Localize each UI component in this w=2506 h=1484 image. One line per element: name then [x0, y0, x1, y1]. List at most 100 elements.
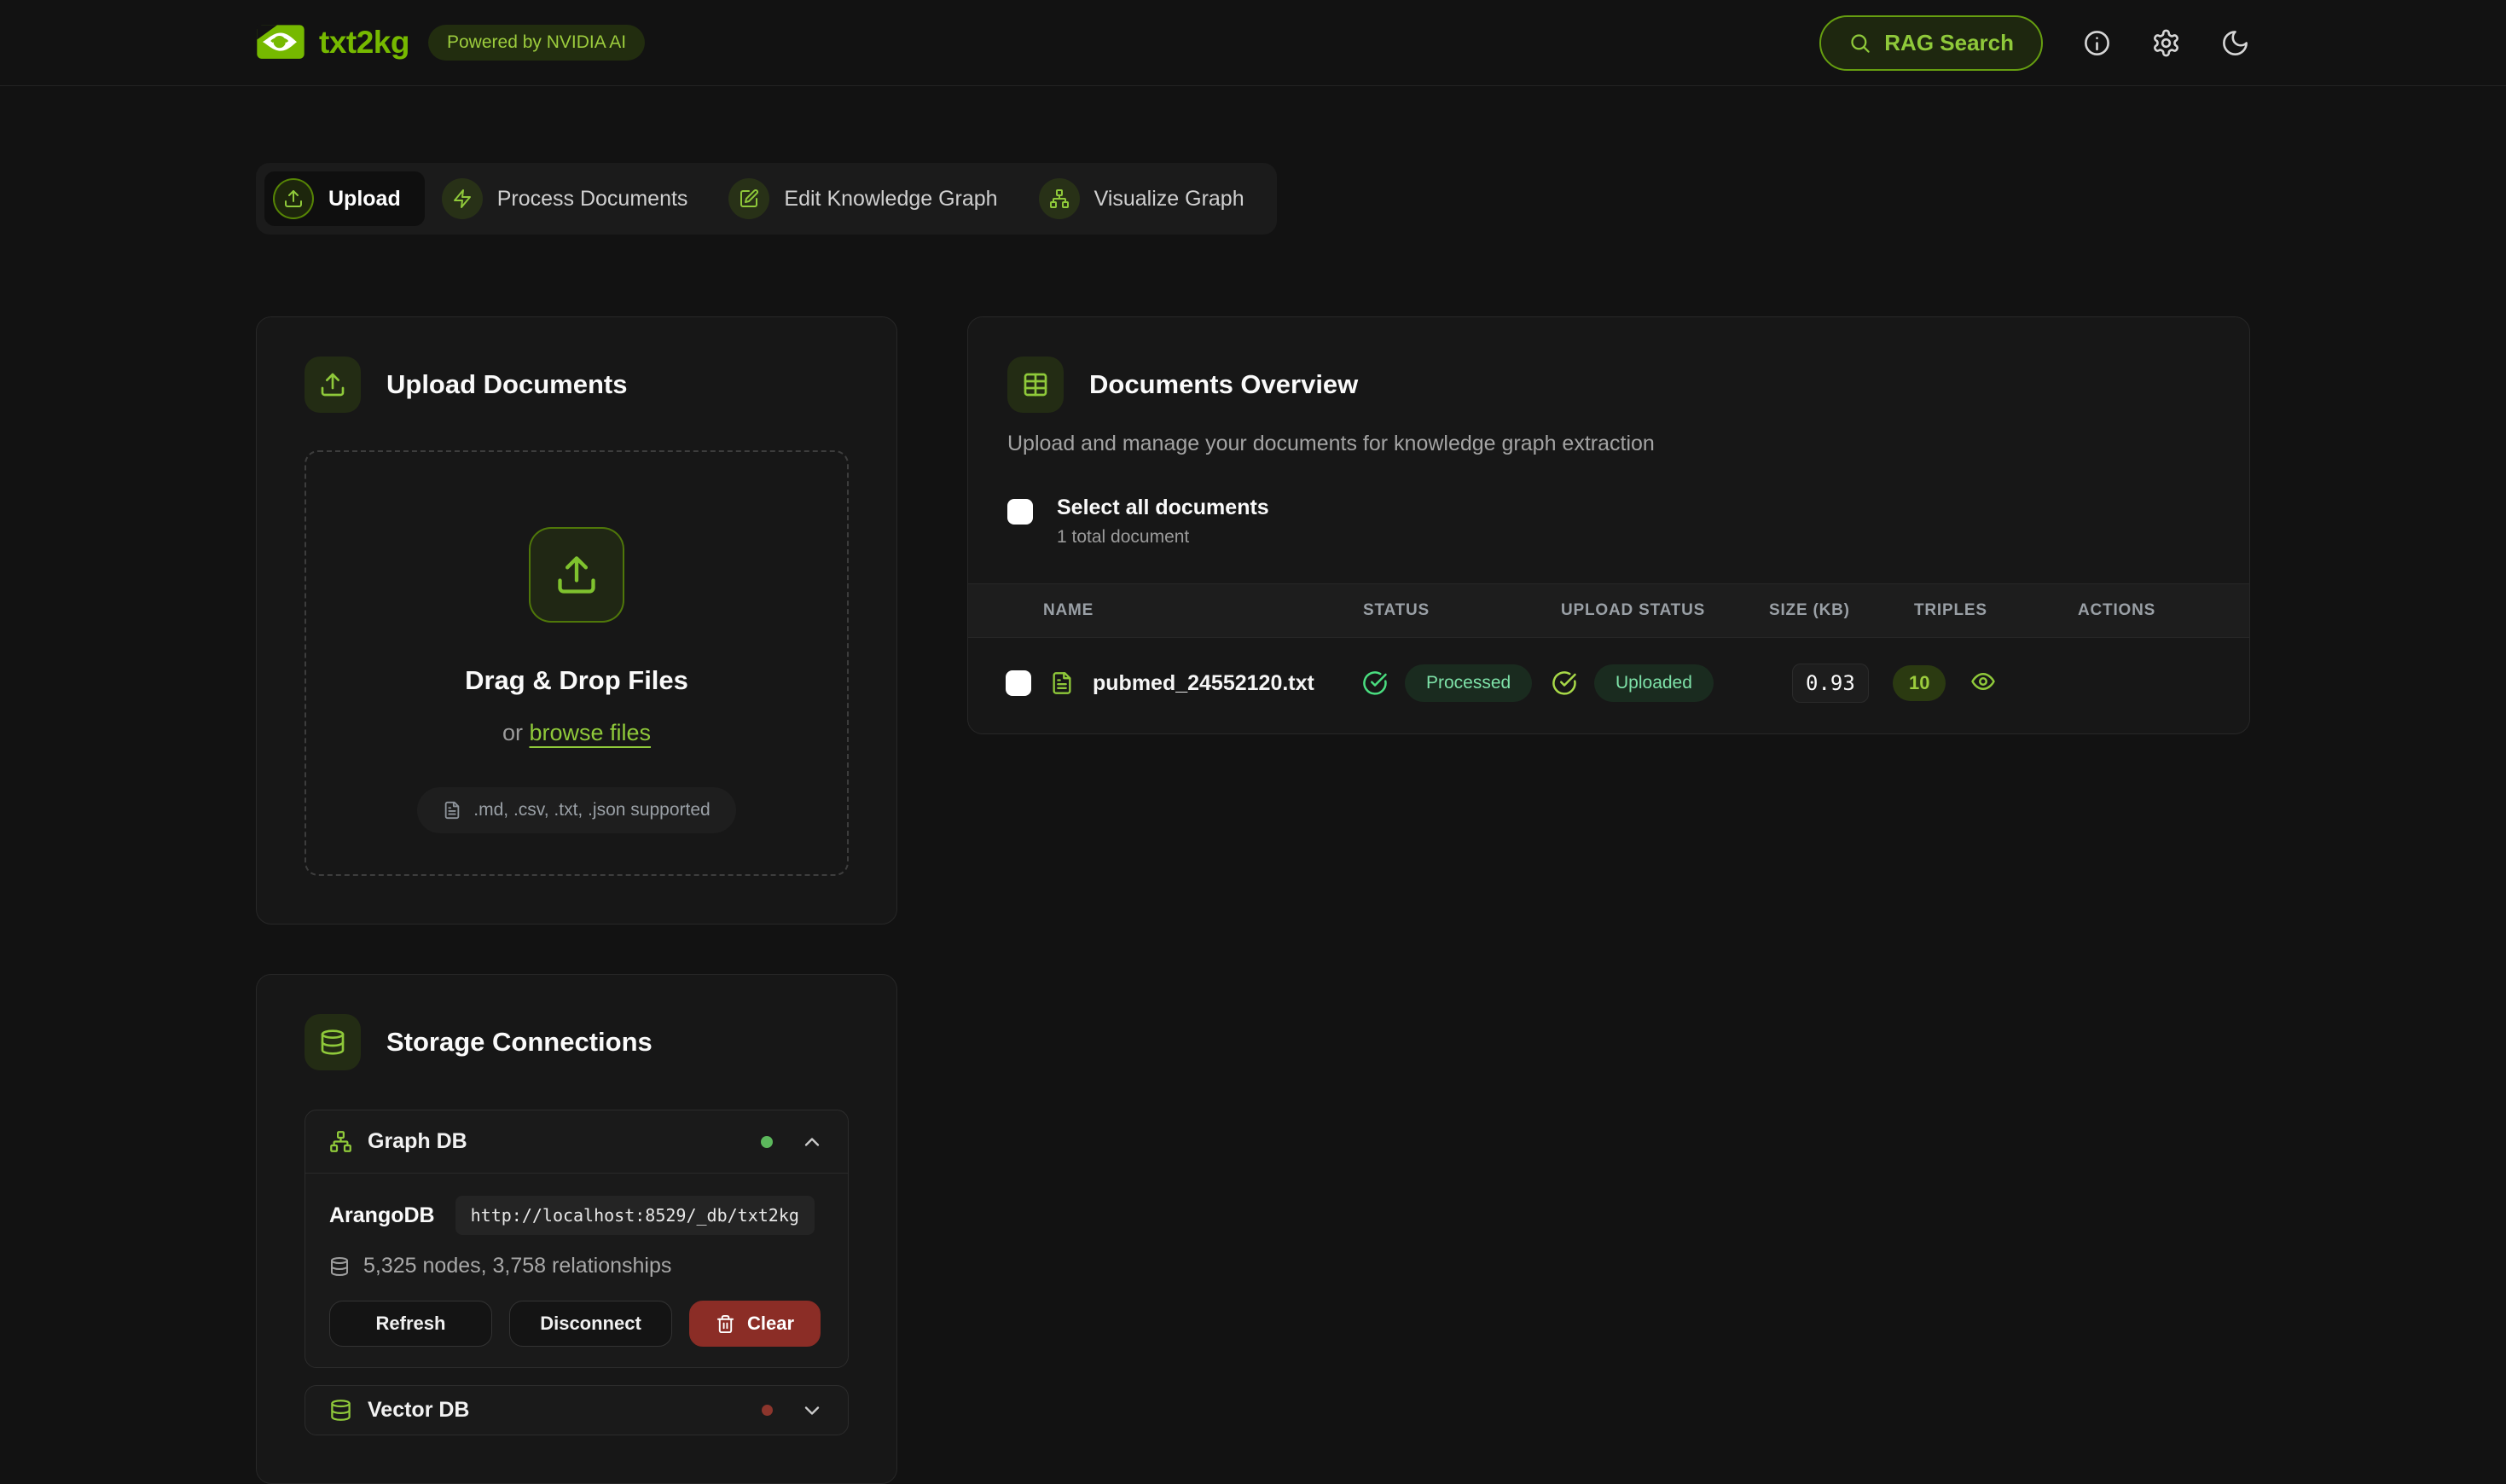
documents-card-title: Documents Overview [1089, 369, 1358, 400]
tab-visualize-graph[interactable]: Visualize Graph [1030, 171, 1268, 226]
moon-icon [2220, 28, 2250, 58]
refresh-button[interactable]: Refresh [329, 1301, 492, 1347]
column-header-actions: ACTIONS [2078, 601, 2212, 620]
brand-group: txt2kg Powered by NVIDIA AI [256, 24, 645, 61]
graph-db-url: http://localhost:8529/_db/txt2kg [455, 1196, 815, 1235]
select-all-label: Select all documents [1057, 496, 1269, 520]
upload-icon [529, 527, 624, 623]
tabs-row: Upload Process Documents Edit Knowledge … [0, 163, 2506, 235]
document-name: pubmed_24552120.txt [1093, 671, 1314, 696]
column-header-triples: TRIPLES [1914, 601, 2078, 620]
browse-files-link[interactable]: browse files [529, 720, 651, 745]
column-header-name: NAME [1043, 601, 1363, 620]
graph-db-panel: Graph DB ArangoDB http://localhost:8529/… [305, 1110, 849, 1368]
main-content: Upload Documents Drag & Drop Files or br… [0, 316, 2506, 1484]
tab-upload[interactable]: Upload [264, 171, 425, 226]
row-checkbox[interactable] [1006, 670, 1031, 696]
table-icon [1007, 357, 1064, 413]
database-icon [329, 1399, 352, 1422]
disconnect-button[interactable]: Disconnect [509, 1301, 672, 1347]
vector-db-status-dot [762, 1405, 773, 1416]
upload-documents-card: Upload Documents Drag & Drop Files or br… [256, 316, 897, 925]
check-circle-icon [1362, 670, 1388, 696]
vector-db-label: Vector DB [368, 1398, 469, 1423]
search-icon [1848, 32, 1871, 55]
upload-icon [305, 357, 361, 413]
view-document-button[interactable] [1970, 669, 1996, 694]
graph-db-stats: 5,325 nodes, 3,758 relationships [329, 1254, 824, 1278]
total-documents-label: 1 total document [1057, 527, 1269, 548]
file-text-icon [1050, 671, 1074, 695]
documents-table-header: NAME STATUS UPLOAD STATUS SIZE (KB) TRIP… [968, 583, 2249, 638]
upload-card-header: Upload Documents [305, 357, 849, 413]
tab-process-documents-label: Process Documents [497, 187, 688, 212]
status-badge: Processed [1405, 664, 1532, 702]
info-button[interactable] [2082, 28, 2112, 58]
triples-count-badge: 10 [1893, 665, 1946, 701]
settings-button[interactable] [2151, 28, 2181, 58]
graph-db-toggle[interactable]: Graph DB [305, 1110, 848, 1173]
zap-icon [442, 178, 483, 219]
storage-card-title: Storage Connections [386, 1027, 653, 1058]
tab-edit-knowledge-graph[interactable]: Edit Knowledge Graph [720, 171, 1021, 226]
supported-formats-text: .md, .csv, .txt, .json supported [473, 800, 710, 820]
tab-upload-label: Upload [328, 187, 401, 212]
size-value: 0.93 [1792, 664, 1869, 703]
table-row: pubmed_24552120.txt Processed [968, 638, 2249, 733]
header-actions: RAG Search [1819, 15, 2250, 71]
documents-overview-card: Documents Overview Upload and manage you… [967, 316, 2250, 734]
tab-process-documents[interactable]: Process Documents [433, 171, 712, 226]
file-icon [443, 801, 461, 820]
powered-badge: Powered by NVIDIA AI [428, 25, 645, 61]
check-circle-icon [1552, 670, 1577, 696]
upload-card-title: Upload Documents [386, 369, 627, 400]
edit-square-icon [728, 178, 769, 219]
graph-db-stats-text: 5,325 nodes, 3,758 relationships [363, 1254, 671, 1278]
clear-button[interactable]: Clear [689, 1301, 821, 1347]
gear-icon [2151, 28, 2181, 58]
database-icon [305, 1014, 361, 1070]
rag-search-label: RAG Search [1884, 30, 2014, 56]
upload-icon [273, 178, 314, 219]
select-all-checkbox[interactable] [1007, 499, 1033, 525]
chevron-up-icon [800, 1130, 824, 1154]
network-icon [329, 1130, 352, 1153]
left-column: Upload Documents Drag & Drop Files or br… [256, 316, 897, 1484]
nvidia-logo-icon [256, 24, 305, 61]
dropzone-or-text: or [502, 720, 530, 745]
storage-card-header: Storage Connections [305, 1014, 849, 1070]
network-icon [1039, 178, 1080, 219]
documents-table: NAME STATUS UPLOAD STATUS SIZE (KB) TRIP… [968, 583, 2249, 733]
graph-db-label: Graph DB [368, 1129, 467, 1154]
graph-db-details: ArangoDB http://localhost:8529/_db/txt2k… [305, 1173, 848, 1367]
dropzone-title: Drag & Drop Files [465, 665, 688, 696]
tab-edit-knowledge-graph-label: Edit Knowledge Graph [784, 187, 997, 212]
app-header: txt2kg Powered by NVIDIA AI RAG Search [0, 0, 2506, 86]
tab-visualize-graph-label: Visualize Graph [1094, 187, 1244, 212]
column-header-upload-status: UPLOAD STATUS [1561, 601, 1769, 620]
documents-card-header: Documents Overview [1007, 357, 2210, 413]
column-header-size: SIZE (KB) [1769, 601, 1914, 620]
graph-db-provider: ArangoDB [329, 1203, 435, 1228]
info-icon [2082, 28, 2112, 58]
column-header-status: STATUS [1363, 601, 1561, 620]
documents-card-subtitle: Upload and manage your documents for kno… [1007, 432, 2210, 456]
supported-formats-pill: .md, .csv, .txt, .json supported [417, 787, 735, 833]
file-dropzone[interactable]: Drag & Drop Files or browse files .md, .… [305, 450, 849, 876]
vector-db-panel: Vector DB [305, 1385, 849, 1435]
theme-toggle-button[interactable] [2220, 28, 2250, 58]
chevron-down-icon [800, 1399, 824, 1423]
right-column: Documents Overview Upload and manage you… [967, 316, 2250, 734]
select-all-row: Select all documents 1 total document [1007, 496, 2210, 548]
graph-db-status-dot [761, 1136, 773, 1148]
dropzone-subtitle: or browse files [502, 720, 651, 746]
tab-bar: Upload Process Documents Edit Knowledge … [256, 163, 1277, 235]
database-icon [329, 1256, 350, 1277]
app-title: txt2kg [319, 25, 409, 61]
upload-status-badge: Uploaded [1594, 664, 1714, 702]
rag-search-button[interactable]: RAG Search [1819, 15, 2043, 71]
vector-db-toggle[interactable]: Vector DB [305, 1386, 848, 1435]
storage-connections-card: Storage Connections Graph DB [256, 974, 897, 1484]
eye-icon [1970, 669, 1996, 694]
clear-button-label: Clear [747, 1313, 794, 1335]
